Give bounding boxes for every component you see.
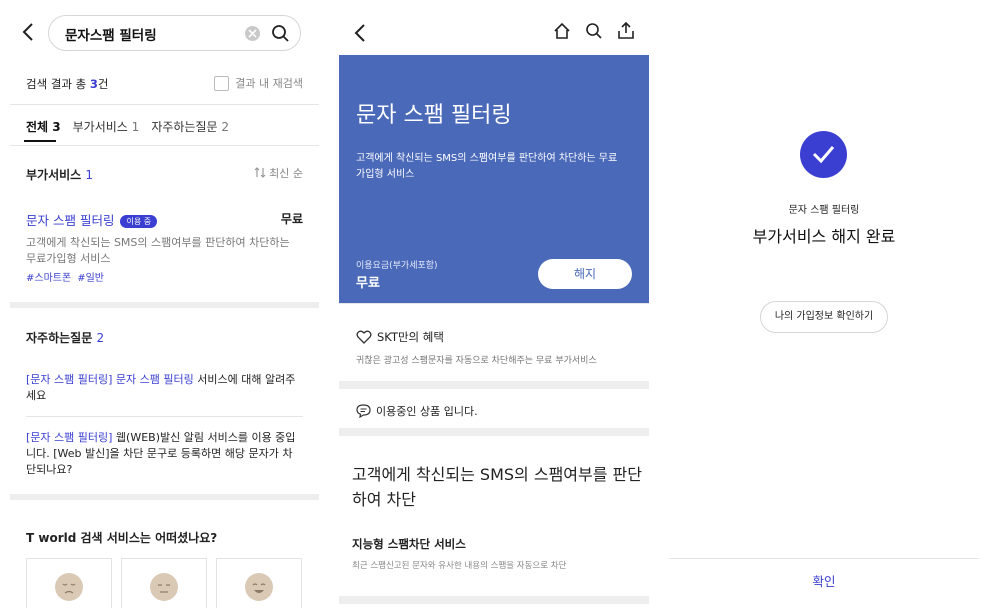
service-section-count: 1 bbox=[85, 168, 94, 182]
cancelled-service-name: 문자 스팸 필터링 bbox=[788, 205, 860, 216]
close-icon bbox=[248, 29, 257, 38]
section-separator bbox=[339, 596, 649, 604]
service-description: 고객에게 착신되는 SMS의 스팸여부를 판단하여 차단하는 무료가입형 서비스 bbox=[26, 236, 290, 265]
benefit-label: SKT만의 혜택 bbox=[377, 330, 444, 344]
chat-bubble-icon bbox=[356, 404, 371, 418]
benefit-title: SKT만의 혜택 bbox=[356, 329, 444, 345]
happy-face-icon bbox=[245, 573, 273, 601]
result-count: 검색 결과 총 3건 bbox=[26, 76, 108, 92]
section-separator bbox=[339, 428, 649, 436]
back-button[interactable] bbox=[22, 22, 34, 46]
faq-section-count: 2 bbox=[96, 331, 105, 345]
neutral-face-icon bbox=[150, 573, 178, 601]
search-button[interactable] bbox=[271, 24, 290, 47]
back-button[interactable] bbox=[354, 23, 366, 47]
tab-all-label: 전체 bbox=[26, 120, 49, 134]
section-separator bbox=[339, 381, 649, 389]
divider bbox=[669, 558, 979, 559]
faq-highlight: [문자 스팸 필터링] 문자 스팸 필터링 bbox=[26, 373, 194, 386]
feature-description: 최근 스팸신고된 문자와 유사한 내용의 스팸을 자동으로 차단 bbox=[352, 561, 567, 571]
view-my-subscription-button[interactable]: 나의 가입정보 확인하기 bbox=[760, 301, 888, 333]
tab-faq[interactable]: 자주하는질문 2 bbox=[151, 118, 229, 135]
clear-search-button[interactable] bbox=[245, 26, 260, 41]
section-separator bbox=[10, 302, 319, 308]
confirm-button[interactable]: 확인 bbox=[669, 571, 979, 590]
in-use-badge: 이용 중 bbox=[120, 215, 158, 228]
tab-all[interactable]: 전체 3 bbox=[26, 118, 61, 135]
cancel-complete-screen: 문자 스팸 필터링 부가서비스 해지 완료 나의 가입정보 확인하기 확인 bbox=[669, 0, 989, 608]
re-search-label: 결과 내 재검색 bbox=[235, 77, 303, 90]
detail-header bbox=[339, 0, 649, 55]
in-use-text: 이용중인 상품 입니다. bbox=[376, 405, 478, 418]
result-count-suffix: 건 bbox=[97, 77, 109, 91]
tab-services-label: 부가서비스 bbox=[72, 120, 128, 134]
search-input[interactable]: 문자스팸 필터링 bbox=[48, 15, 301, 51]
faq-section-label: 자주하는질문 bbox=[26, 331, 93, 345]
feature-title: 지능형 스팸차단 서비스 bbox=[352, 537, 466, 551]
fee-value: 무료 bbox=[356, 276, 380, 291]
faq-item[interactable]: [문자 스팸 필터링] 웹(WEB)발신 알림 서비스를 이용 중입니다. [W… bbox=[26, 430, 296, 478]
divider bbox=[339, 303, 649, 304]
fee-label: 이용요금(부가세포함) bbox=[356, 261, 438, 271]
rating-happy-button[interactable] bbox=[216, 558, 302, 608]
search-header: 문자스팸 필터링 bbox=[0, 0, 329, 66]
sort-label: 최신 순 bbox=[269, 167, 303, 180]
completion-title: 부가서비스 해지 완료 bbox=[752, 227, 896, 246]
cancel-subscription-button[interactable]: 해지 bbox=[538, 259, 632, 289]
sort-button[interactable]: 최신 순 bbox=[254, 165, 303, 181]
faq-item[interactable]: [문자 스팸 필터링] 문자 스팸 필터링 서비스에 대해 알려주세요 bbox=[26, 372, 296, 404]
tab-faq-count: 2 bbox=[221, 120, 230, 134]
sort-icon bbox=[254, 167, 266, 178]
service-detail-screen: 문자 스팸 필터링 고객에게 착신되는 SMS의 스팸여부를 판단하여 차단하는… bbox=[339, 0, 649, 608]
tab-all-count: 3 bbox=[52, 120, 61, 134]
rating-sad-button[interactable] bbox=[26, 558, 112, 608]
tab-services[interactable]: 부가서비스 1 bbox=[73, 118, 140, 135]
rating-neutral-button[interactable] bbox=[121, 558, 207, 608]
in-use-notice: 이용중인 상품 입니다. bbox=[356, 403, 478, 419]
sad-face-icon bbox=[55, 573, 83, 601]
service-price: 무료 bbox=[280, 212, 303, 226]
divider bbox=[26, 416, 303, 417]
benefit-description: 귀찮은 광고성 스팸문자를 자동으로 차단해주는 무료 부가서비스 bbox=[356, 356, 597, 366]
service-title: 문자 스팸 필터링 bbox=[356, 103, 512, 128]
tag[interactable]: #스마트폰 bbox=[26, 273, 71, 284]
search-query: 문자스팸 필터링 bbox=[65, 28, 157, 44]
re-search-toggle[interactable]: 결과 내 재검색 bbox=[214, 75, 303, 91]
result-tabs: 전체 3 부가서비스 1 자주하는질문 2 bbox=[26, 118, 241, 135]
re-search-checkbox[interactable] bbox=[214, 75, 230, 91]
divider bbox=[10, 145, 319, 146]
share-icon bbox=[618, 21, 634, 39]
section-separator bbox=[10, 494, 319, 500]
tab-services-count: 1 bbox=[131, 120, 140, 134]
service-hero-card: 문자 스팸 필터링 고객에게 착신되는 SMS의 스팸여부를 판단하여 차단하는… bbox=[339, 55, 649, 303]
service-section-title: 부가서비스 1 bbox=[26, 166, 93, 183]
tab-faq-label: 자주하는질문 bbox=[151, 120, 218, 134]
search-icon bbox=[586, 23, 602, 39]
home-button[interactable] bbox=[553, 22, 571, 44]
result-count-label: 검색 결과 총 bbox=[26, 77, 90, 91]
search-button[interactable] bbox=[585, 22, 603, 44]
result-count-number: 3 bbox=[89, 77, 98, 91]
feature-headline: 고객에게 착신되는 SMS의 스팸여부를 판단하여 차단 bbox=[352, 465, 642, 509]
service-result-link[interactable]: 문자 스팸 필터링 이용 중 bbox=[26, 210, 158, 229]
chevron-left-icon bbox=[354, 24, 365, 42]
survey-title: T world 검색 서비스는 어떠셨나요? bbox=[26, 531, 218, 545]
search-icon bbox=[272, 25, 289, 42]
faq-highlight: [문자 스팸 필터링] bbox=[26, 431, 113, 444]
chevron-left-icon bbox=[22, 23, 33, 41]
active-tab-indicator bbox=[24, 140, 56, 142]
faq-section-title: 자주하는질문 2 bbox=[26, 329, 104, 346]
service-section-label: 부가서비스 bbox=[26, 168, 82, 182]
service-description: 고객에게 착신되는 SMS의 스팸여부를 판단하여 차단하는 무료가입형 서비스 bbox=[356, 153, 618, 180]
search-results-screen: 문자스팸 필터링 검색 결과 총 3건 결과 내 재검색 전체 3 부가서비스 … bbox=[0, 0, 329, 608]
home-icon bbox=[554, 22, 570, 39]
share-button[interactable] bbox=[617, 21, 635, 44]
divider bbox=[10, 104, 319, 105]
service-tags: #스마트폰 #일반 bbox=[26, 269, 110, 284]
success-check-icon bbox=[800, 131, 847, 178]
tag[interactable]: #일반 bbox=[77, 273, 104, 284]
heart-icon bbox=[356, 330, 372, 344]
service-result-title: 문자 스팸 필터링 bbox=[26, 213, 115, 228]
